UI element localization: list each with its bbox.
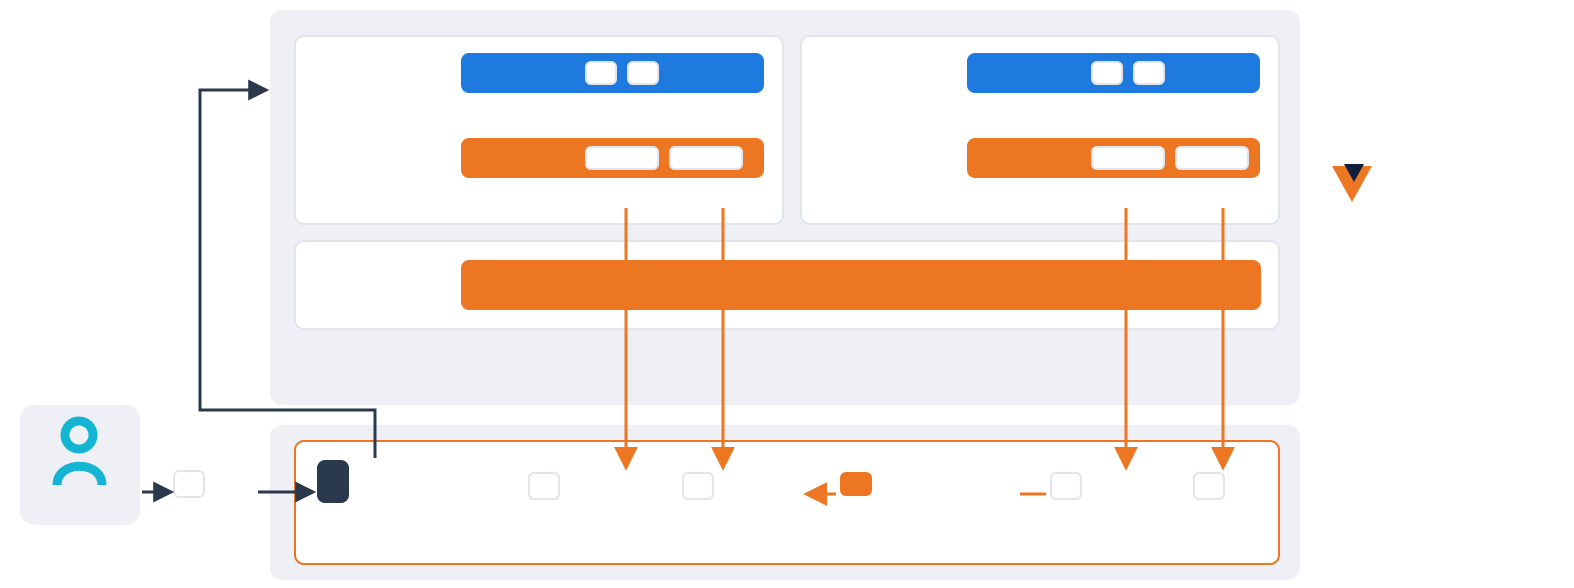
- host-namespace-card: [294, 440, 1280, 565]
- ns2-high-level-label: [981, 63, 1081, 83]
- ns2-svca-chip: [1175, 146, 1249, 170]
- ns1-deployment-chip: [585, 61, 617, 85]
- ns1-crd-chip: [627, 61, 659, 85]
- kubectl-chip: [173, 470, 205, 498]
- ns2-job-chip: [1133, 61, 1165, 85]
- ns1-pod1-chip: [585, 146, 659, 170]
- ns2-pod1-chip: [1091, 146, 1165, 170]
- ns1-svca-chip: [669, 146, 743, 170]
- ns2-statefulset-chip: [1091, 61, 1123, 85]
- host-svca-ns1-chip: [682, 472, 714, 500]
- host-pod1-ns1-chip: [528, 472, 560, 500]
- ns2-high-level-bar: [967, 53, 1260, 93]
- host-svca-ns2-chip: [1193, 472, 1225, 500]
- user-icon: [52, 415, 107, 485]
- vcluster-control-plane-box: [317, 460, 349, 503]
- vcluster-mark-icon: [1330, 160, 1374, 204]
- regular-networking-box: [840, 472, 872, 496]
- ns1-high-level-label: [475, 63, 575, 83]
- host-pod1-ns2-chip: [1050, 472, 1082, 500]
- ns2-low-level-bar: [967, 138, 1260, 178]
- ns2-low-level-label: [981, 148, 1081, 168]
- vcluster-logo: [1330, 160, 1382, 204]
- ns1-low-level-bar: [461, 138, 764, 178]
- syncer-bar: [461, 260, 1261, 310]
- ns1-high-level-bar: [461, 53, 764, 93]
- ns1-low-level-label: [475, 148, 575, 168]
